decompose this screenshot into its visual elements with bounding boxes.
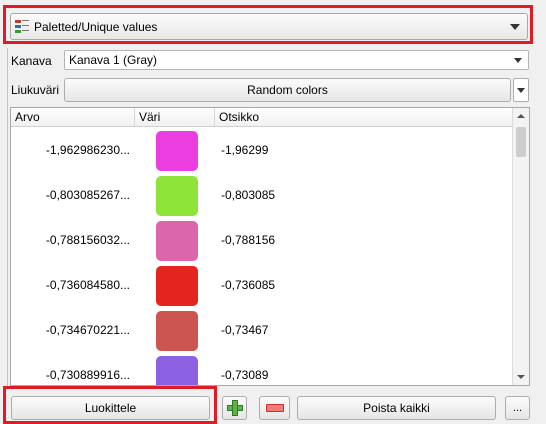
scrollbar-thumb[interactable]	[516, 127, 526, 157]
table-header: Arvo Väri Otsikko	[11, 108, 512, 127]
table-row[interactable]: -0,788156032... -0,788156	[11, 218, 512, 263]
scroll-up-icon[interactable]	[517, 114, 525, 118]
band-dropdown[interactable]: Kanava 1 (Gray)	[64, 50, 529, 70]
chevron-down-icon	[517, 87, 525, 93]
class-table: Arvo Väri Otsikko -1,962986230... -1,962…	[10, 107, 530, 386]
classify-button[interactable]: Luokittele	[11, 396, 210, 420]
remove-class-button[interactable]	[259, 396, 290, 420]
renderer-type-value: Paletted/Unique values	[34, 19, 158, 34]
paletted-renderer-icon	[15, 19, 29, 35]
column-header-value[interactable]: Arvo	[11, 108, 135, 127]
color-ramp-menu-button[interactable]	[513, 78, 529, 102]
class-value: -0,788156032...	[45, 233, 130, 247]
table-row[interactable]: -0,734670221... -0,73467	[11, 308, 512, 353]
renderer-type-dropdown[interactable]: Paletted/Unique values	[10, 13, 528, 40]
band-label: Kanava	[11, 54, 52, 68]
vertical-scrollbar[interactable]	[512, 108, 529, 385]
color-swatch[interactable]	[156, 356, 198, 385]
column-header-label[interactable]: Otsikko	[215, 108, 512, 127]
more-options-button[interactable]: ...	[505, 396, 530, 420]
class-value: -0,734670221...	[45, 323, 130, 337]
scroll-down-icon[interactable]	[517, 375, 525, 379]
add-plus-icon	[226, 400, 243, 416]
class-value: -0,736084580...	[45, 278, 130, 292]
color-swatch[interactable]	[156, 176, 198, 216]
class-label: -0,73089	[221, 368, 269, 382]
band-value: Kanava 1 (Gray)	[69, 53, 158, 67]
class-value: -0,730889916...	[45, 368, 130, 382]
add-class-button[interactable]	[222, 396, 247, 420]
table-row[interactable]: -0,736084580... -0,736085	[11, 263, 512, 308]
panel-divider	[7, 48, 8, 388]
color-swatch[interactable]	[156, 131, 198, 171]
column-header-color[interactable]: Väri	[135, 108, 215, 127]
remove-minus-icon	[265, 404, 284, 412]
class-label: -1,96299	[221, 143, 269, 157]
delete-all-button[interactable]: Poista kaikki	[297, 396, 496, 420]
color-swatch[interactable]	[156, 266, 198, 306]
class-label: -0,803085	[221, 188, 276, 202]
class-label: -0,736085	[221, 278, 276, 292]
color-swatch[interactable]	[156, 221, 198, 261]
chevron-down-icon	[514, 57, 522, 63]
table-row[interactable]: -0,803085267... -0,803085	[11, 173, 512, 218]
class-value: -0,803085267...	[45, 188, 130, 202]
table-row[interactable]: -1,962986230... -1,96299	[11, 128, 512, 173]
table-row[interactable]: -0,730889916... -0,73089	[11, 353, 512, 385]
class-label: -0,788156	[221, 233, 276, 247]
color-swatch[interactable]	[156, 311, 198, 351]
chevron-down-icon	[510, 23, 520, 30]
color-ramp-button[interactable]: Random colors	[64, 78, 511, 102]
class-label: -0,73467	[221, 323, 269, 337]
class-value: -1,962986230...	[45, 143, 130, 157]
color-ramp-label: Liukuväri	[11, 83, 60, 97]
